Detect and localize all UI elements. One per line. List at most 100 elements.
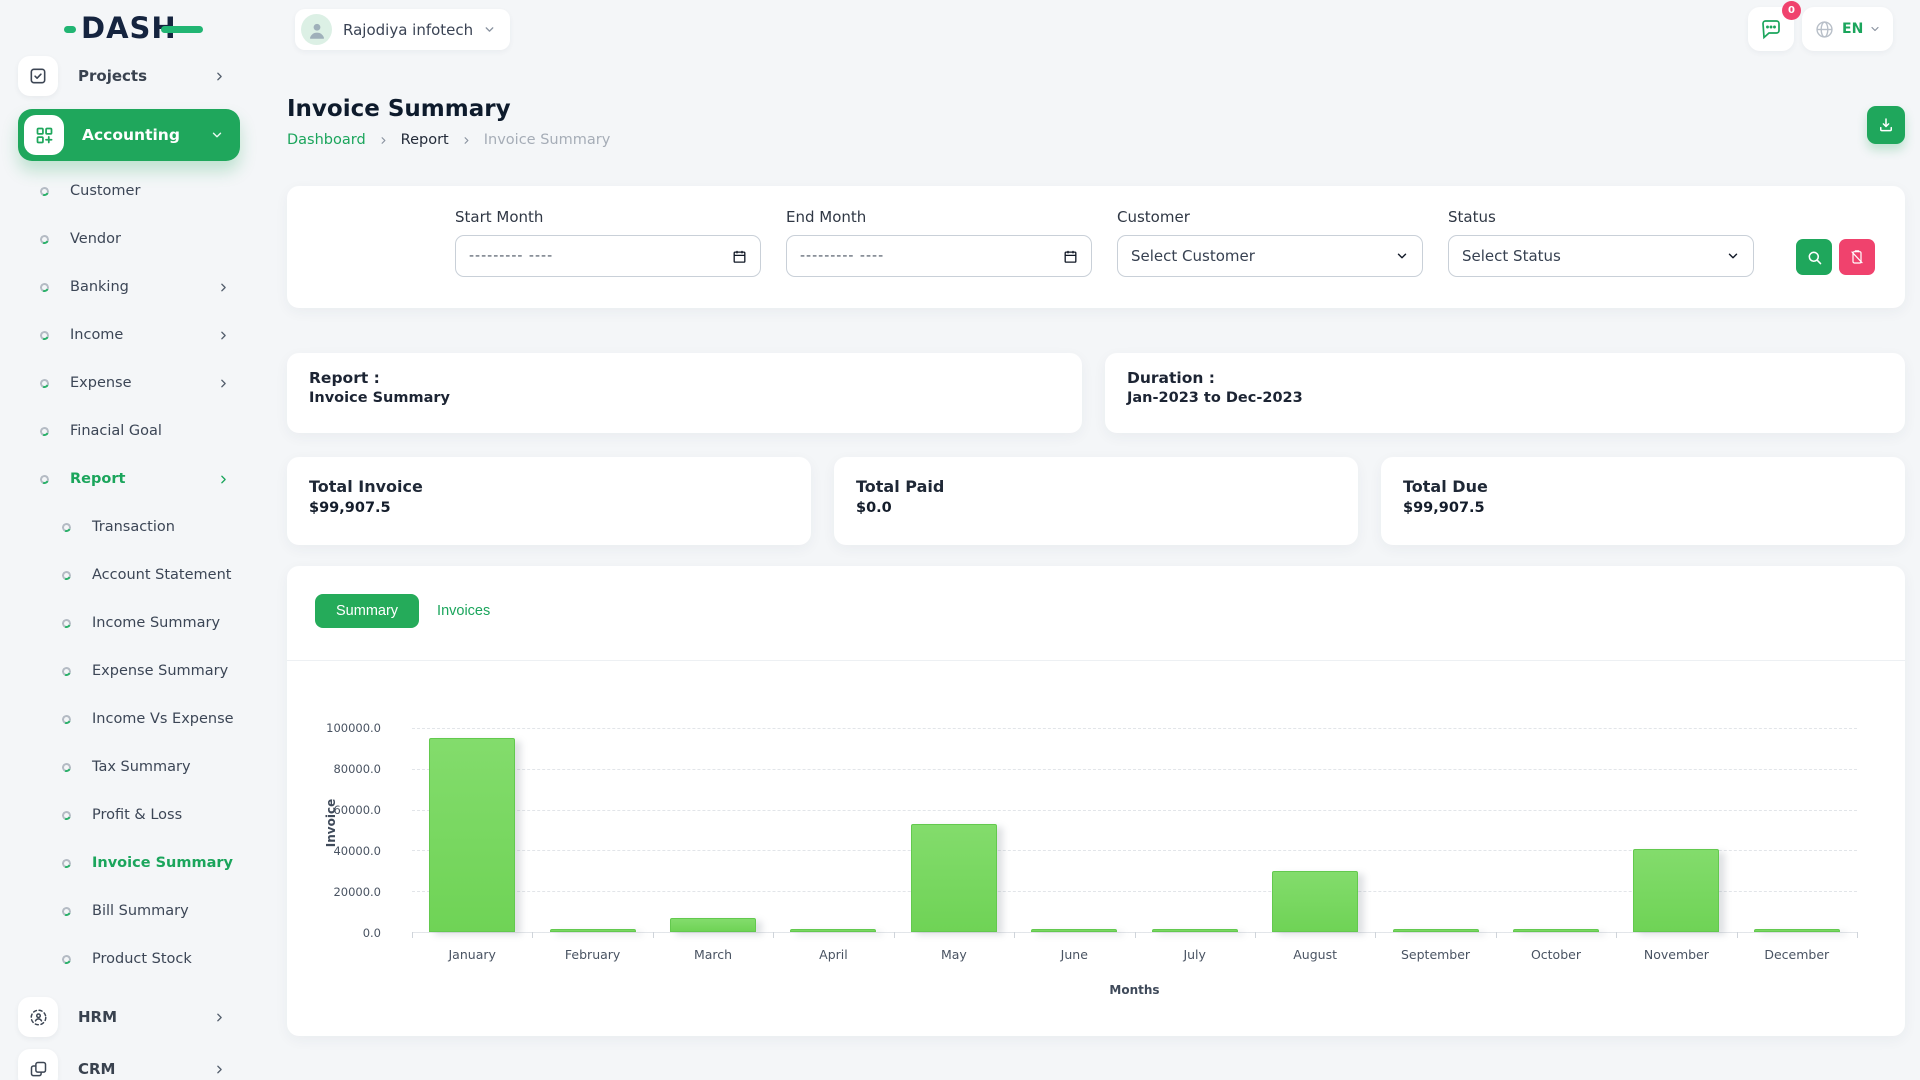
breadcrumb-dashboard[interactable]: Dashboard (287, 132, 366, 148)
sidebar-item-label: HRM (78, 1008, 117, 1026)
sidebar-item-report[interactable]: Report (18, 455, 240, 503)
sidebar-item-product-stock[interactable]: Product Stock (18, 935, 240, 983)
notifications-button[interactable]: 0 (1748, 7, 1794, 51)
x-axis-tick-label: March (653, 947, 773, 962)
user-icon (306, 19, 328, 41)
total-paid-label: Total Paid (856, 477, 1336, 496)
axis-tick (1014, 932, 1015, 938)
sidebar-item-banking[interactable]: Banking (18, 263, 240, 311)
status-label: Status (1448, 208, 1754, 226)
chevron-right-icon (213, 70, 226, 83)
x-axis-tick-label: February (533, 947, 653, 962)
total-paid-card: Total Paid $0.0 (834, 457, 1358, 545)
divider (287, 660, 1905, 661)
sidebar-item-label: Income Summary (92, 615, 220, 631)
sidebar-item-label: Account Statement (92, 567, 231, 583)
total-invoice-value: $99,907.5 (309, 500, 789, 516)
sidebar-item-account-statement[interactable]: Account Statement (18, 551, 240, 599)
sidebar-item-vendor[interactable]: Vendor (18, 215, 240, 263)
chart-bar-december (1754, 929, 1840, 932)
sidebar-item-label: Finacial Goal (70, 423, 162, 439)
chevron-right-icon (217, 281, 230, 294)
chart-bar-april (790, 929, 876, 932)
start-month-input[interactable]: --------- ---- (455, 235, 761, 277)
sidebar-group-accounting[interactable]: Accounting (18, 109, 240, 161)
download-icon (1877, 116, 1895, 134)
customer-label: Customer (1117, 208, 1423, 226)
sidebar: Projects Accounting Customer Vendor Bankin… (18, 55, 240, 1080)
chart-bar-august (1272, 871, 1358, 933)
total-paid-value: $0.0 (856, 500, 1336, 516)
accounting-icon (24, 115, 64, 155)
chart-bar-september (1393, 929, 1479, 932)
sidebar-item-customer[interactable]: Customer (18, 167, 240, 215)
sidebar-item-income[interactable]: Income (18, 311, 240, 359)
sidebar-item-label: Vendor (70, 231, 121, 247)
sidebar-item-income-summary[interactable]: Income Summary (18, 599, 240, 647)
breadcrumb-report[interactable]: Report (401, 132, 449, 148)
x-axis-tick-label: August (1255, 947, 1375, 962)
sidebar-item-finacial-goal[interactable]: Finacial Goal (18, 407, 240, 455)
tab-invoices[interactable]: Invoices (437, 603, 490, 619)
search-button[interactable] (1796, 239, 1832, 275)
sidebar-item-label: Expense (70, 375, 132, 391)
chat-icon (1759, 17, 1783, 41)
axis-tick (1135, 932, 1136, 938)
report-card-title: Report : (309, 369, 1060, 387)
calendar-icon[interactable] (1063, 249, 1078, 264)
reset-filter-button[interactable] (1839, 239, 1875, 275)
sidebar-item-label: Banking (70, 279, 129, 295)
start-month-label: Start Month (455, 208, 761, 226)
calendar-icon[interactable] (732, 249, 747, 264)
customer-select[interactable]: Select Customer (1117, 235, 1423, 277)
x-axis-tick-label: January (412, 947, 532, 962)
sidebar-item-label: Projects (78, 67, 147, 85)
bullet-icon (39, 377, 51, 389)
chart-bar-march (670, 918, 756, 932)
sidebar-item-profit-loss[interactable]: Profit & Loss (18, 791, 240, 839)
bullet-icon (39, 233, 51, 245)
bullet-icon (61, 905, 73, 917)
chevron-right-icon (461, 135, 472, 146)
sidebar-item-invoice-summary[interactable]: Invoice Summary (18, 839, 240, 887)
sidebar-item-label: Transaction (92, 519, 175, 535)
sidebar-item-projects[interactable]: Projects (18, 55, 240, 97)
bullet-icon (61, 569, 73, 581)
end-month-input[interactable]: --------- ---- (786, 235, 1092, 277)
download-button[interactable] (1867, 106, 1905, 144)
chevron-right-icon (213, 1011, 226, 1024)
notification-badge: 0 (1782, 1, 1801, 20)
sidebar-item-crm[interactable]: CRM (18, 1043, 240, 1080)
axis-tick (412, 932, 413, 938)
invoice-chart-card: Summary Invoices Invoice 100000.080000.0… (287, 566, 1905, 1036)
breadcrumb-current: Invoice Summary (484, 132, 611, 148)
axis-tick (1255, 932, 1256, 938)
chevron-down-icon (1395, 249, 1409, 263)
sidebar-item-transaction[interactable]: Transaction (18, 503, 240, 551)
sidebar-item-hrm[interactable]: HRM (18, 991, 240, 1043)
sidebar-item-tax-summary[interactable]: Tax Summary (18, 743, 240, 791)
sidebar-item-expense-summary[interactable]: Expense Summary (18, 647, 240, 695)
clear-filter-icon (1849, 249, 1865, 265)
page-title: Invoice Summary (287, 96, 610, 122)
x-axis-tick-label: May (894, 947, 1014, 962)
axis-tick (1375, 932, 1376, 938)
app-logo[interactable]: DASH (64, 14, 203, 43)
chart-bar-november (1633, 849, 1719, 932)
company-selector[interactable]: Rajodiya infotech (295, 9, 510, 50)
chevron-right-icon (217, 473, 230, 486)
sidebar-item-expense[interactable]: Expense (18, 359, 240, 407)
sidebar-item-label: Income Vs Expense (92, 711, 234, 727)
report-name-card: Report : Invoice Summary (287, 353, 1082, 433)
start-month-placeholder: --------- ---- (469, 248, 553, 264)
sidebar-item-label: Income (70, 327, 123, 343)
axis-tick (1496, 932, 1497, 938)
sidebar-item-bill-summary[interactable]: Bill Summary (18, 887, 240, 935)
total-due-card: Total Due $99,907.5 (1381, 457, 1905, 545)
sidebar-item-income-vs-expense[interactable]: Income Vs Expense (18, 695, 240, 743)
chevron-right-icon (378, 135, 389, 146)
y-axis-tick-label: 0.0 (295, 926, 381, 940)
tab-summary[interactable]: Summary (315, 594, 419, 628)
status-select[interactable]: Select Status (1448, 235, 1754, 277)
language-selector[interactable]: EN (1802, 7, 1893, 51)
